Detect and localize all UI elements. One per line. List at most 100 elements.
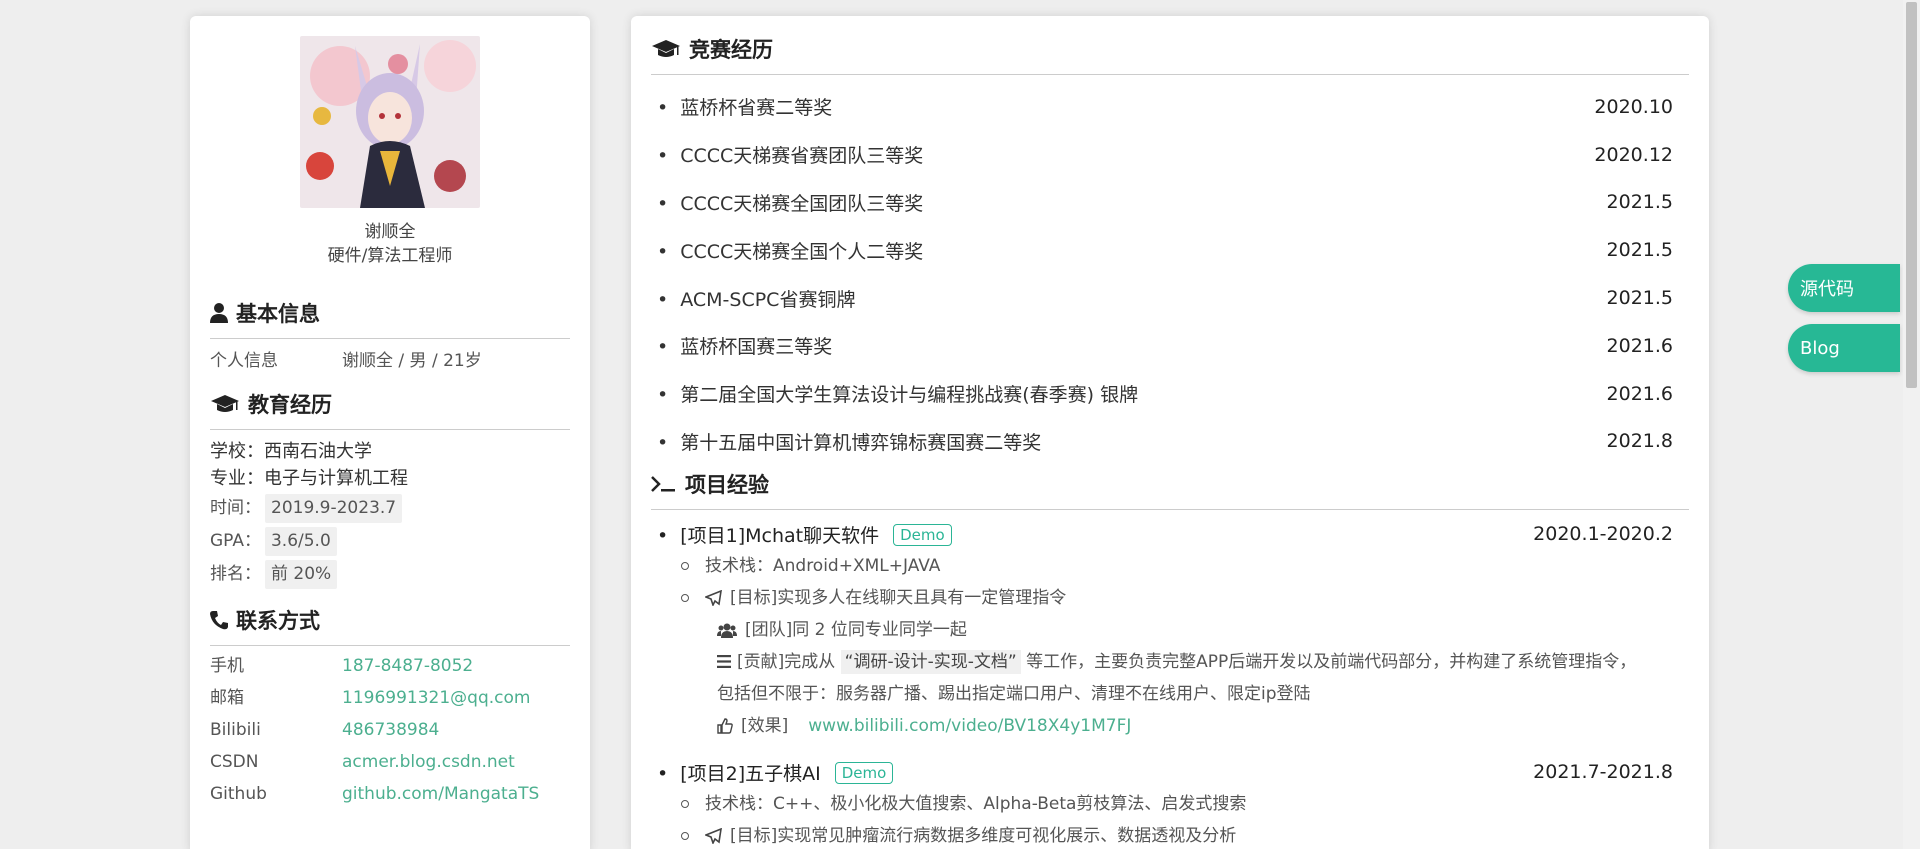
paper-plane-icon [705,590,722,607]
rank-label: 排名： [210,564,261,584]
award-name: CCCC天梯赛省赛团队三等奖 [657,141,923,168]
terminal-icon [651,476,675,493]
project-goal: [目标]实现常见肿瘤流行病数据多维度可视化展示、数据透视及分析 [651,820,1689,849]
profile-card: 谢顺全 硬件/算法工程师 基本信息 个人信息 谢顺全 / 男 / 21岁 教育经… [190,16,590,849]
award-name: 蓝桥杯国赛三等奖 [657,332,832,359]
contact-label: CSDN [210,752,259,772]
major-row: 专业： 电子与计算机工程 [210,465,570,492]
award-date: 2021.6 [1606,382,1673,405]
award-name: CCCC天梯赛全国团队三等奖 [657,189,923,216]
project-stack: 技术栈：C++、极小化极大值搜索、Alpha-Beta剪枝算法、启发式搜索 [651,788,1689,820]
contact-row-bilibili: Bilibili 486738984 [210,714,570,746]
school-value: 西南石油大学 [264,441,372,462]
team-text: [团队]同 2 位同专业同学一起 [745,620,967,641]
project-header: [项目2]五子棋AI Demo 2021.7-2021.8 [651,756,1689,788]
award-item: CCCC天梯赛省赛团队三等奖 2020.12 [651,131,1689,179]
thumbs-up-icon [717,718,733,735]
contact-row-phone: 手机 187-8487-8052 [210,650,570,682]
graduation-cap-icon [211,395,239,412]
award-item: 蓝桥杯省赛二等奖 2020.10 [651,83,1689,131]
gpa-row: GPA： 3.6/5.0 [210,527,570,556]
award-date: 2021.6 [1606,334,1673,357]
graduation-cap-icon [652,40,680,57]
contact-row-github: Github github.com/MangataTS [210,778,570,810]
scrollbar-thumb[interactable] [1906,2,1917,388]
demo-badge[interactable]: Demo [834,761,894,784]
list-icon [717,655,731,669]
contact-row-email: 邮箱 1196991321@qq.com [210,682,570,714]
time-label: 时间： [210,498,261,518]
project-date: 2021.7-2021.8 [1533,761,1673,784]
goal-text: [目标]实现多人在线聊天且具有一定管理指令 [730,588,1067,609]
project-stack: 技术栈：Android+XML+JAVA [651,550,1689,582]
major-label: 专业： [210,468,264,489]
github-link[interactable]: github.com/MangataTS [342,778,539,810]
contrib-prefix: [贡献]完成从 [737,652,836,673]
award-date: 2021.5 [1606,239,1673,262]
project-name: [项目1]Mchat聊天软件 [680,524,880,547]
award-date: 2021.8 [1606,430,1673,453]
rank-row: 排名： 前 20% [210,560,570,589]
contact-label: 邮箱 [210,688,244,708]
scrollbar[interactable] [1903,0,1920,849]
csdn-link[interactable]: acmer.blog.csdn.net [342,746,515,778]
experience-card: 竞赛经历 蓝桥杯省赛二等奖 2020.10 CCCC天梯赛省赛团队三等奖 2020.… [631,16,1709,849]
awards-title: 竞赛经历 [689,38,773,62]
profile-name: 谢顺全 [364,222,416,242]
goal-text: [目标]实现常见肿瘤流行病数据多维度可视化展示、数据透视及分析 [730,826,1237,847]
demo-badge[interactable]: Demo [893,523,952,546]
awards-heading: 竞赛经历 [651,34,1689,75]
email-link[interactable]: 1196991321@qq.com [342,682,530,714]
award-item: 第十五届中国计算机博弈锦标赛国赛二等奖 2021.8 [651,418,1689,466]
award-list: 蓝桥杯省赛二等奖 2020.10 CCCC天梯赛省赛团队三等奖 2020.12 CC… [651,83,1689,465]
project-effect: [效果] www.bilibili.com/video/BV18X4y1M7FJ [651,710,1689,742]
contrib-highlight: “调研-设计-实现-文档” [840,650,1021,675]
award-item: 蓝桥杯国赛三等奖 2021.6 [651,322,1689,370]
users-icon [717,623,737,639]
blog-button[interactable]: Blog [1788,324,1900,372]
personal-info-label: 个人信息 [210,351,278,371]
major-value: 电子与计算机工程 [264,468,408,489]
project-goal: [目标]实现多人在线聊天且具有一定管理指令 [651,582,1689,614]
contact-label: Bilibili [210,720,261,740]
project-name: [项目2]五子棋AI [680,762,821,785]
stack-text: 技术栈：C++、极小化极大值搜索、Alpha-Beta剪枝算法、启发式搜索 [705,794,1247,815]
projects-heading: 项目经验 [651,469,1689,511]
project-2: [项目2]五子棋AI Demo 2021.7-2021.8 技术栈：C++、极小化… [651,756,1689,849]
award-date: 2020.10 [1594,95,1673,118]
projects-title: 项目经验 [685,473,769,498]
phone-link[interactable]: 187-8487-8052 [342,650,473,682]
avatar [300,36,480,208]
contact-label: Github [210,784,267,804]
personal-info-value: 谢顺全 / 男 / 21岁 [342,351,482,371]
contact-heading: 联系方式 [210,605,570,646]
education-heading: 教育经历 [210,389,570,430]
time-row: 时间： 2019.9-2023.7 [210,494,570,523]
bilibili-link[interactable]: 486738984 [342,714,439,746]
paper-plane-icon [705,828,722,845]
contact-label: 手机 [210,656,244,676]
personal-info-row: 个人信息 谢顺全 / 男 / 21岁 [210,345,570,377]
time-value: 2019.9-2023.7 [265,494,403,523]
basic-info-title: 基本信息 [236,302,320,326]
award-date: 2020.12 [1594,143,1673,166]
source-code-button[interactable]: 源代码 [1788,264,1900,312]
award-name: 第二届全国大学生算法设计与编程挑战赛(春季赛) 银牌 [657,380,1138,407]
gpa-label: GPA： [210,531,261,551]
education-title: 教育经历 [248,393,332,417]
project-header: [项目1]Mchat聊天软件 Demo 2020.1-2020.2 [651,518,1689,550]
award-item: 第二届全国大学生算法设计与编程挑战赛(春季赛) 银牌 2021.6 [651,370,1689,418]
basic-info-heading: 基本信息 [210,298,570,339]
profile-role: 硬件/算法工程师 [327,246,453,266]
user-icon [210,303,228,323]
project-contribution: [贡献]完成从 “调研-设计-实现-文档” 等工作，主要负责完整APP后端开发以… [651,646,1689,710]
award-date: 2021.5 [1606,287,1673,310]
project-1: [项目1]Mchat聊天软件 Demo 2020.1-2020.2 技术栈：And… [651,518,1689,742]
effect-label: [效果] [741,716,789,737]
gpa-value: 3.6/5.0 [264,527,337,556]
award-item: CCCC天梯赛全国团队三等奖 2021.5 [651,179,1689,227]
effect-link[interactable]: www.bilibili.com/video/BV18X4y1M7FJ [808,710,1131,742]
award-item: ACM-SCPC省赛铜牌 2021.5 [651,274,1689,322]
phone-icon [210,611,228,630]
stack-text: 技术栈：Android+XML+JAVA [705,556,941,577]
